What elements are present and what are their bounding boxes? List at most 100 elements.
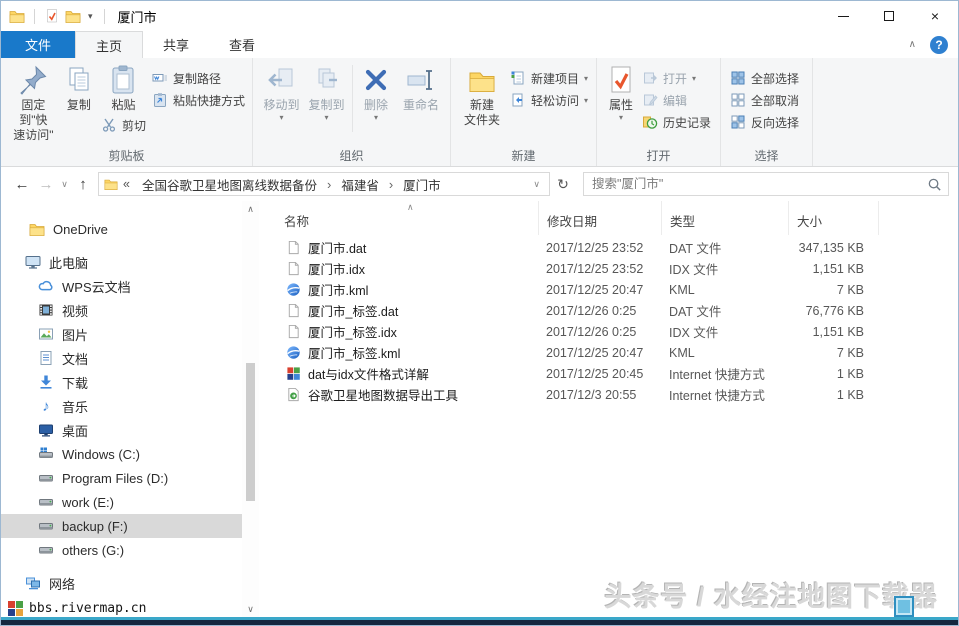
- forward-button[interactable]: →: [34, 176, 58, 193]
- new-folder-button[interactable]: 新建 文件夹: [457, 63, 507, 129]
- new-item-icon: [510, 70, 526, 86]
- history-button[interactable]: 历史记录: [639, 111, 714, 133]
- properties-icon: [605, 64, 637, 96]
- recent-locations-caret[interactable]: ∨: [58, 179, 71, 190]
- table-row[interactable]: dat与idx文件格式详解 2017/12/25 20:45 Internet …: [259, 363, 958, 384]
- sidebar-item-drive-g[interactable]: others (G:): [1, 538, 242, 562]
- sidebar-item-documents[interactable]: 文档: [1, 346, 242, 370]
- tab-file[interactable]: 文件: [1, 31, 75, 58]
- sidebar-item-drive-e[interactable]: work (E:): [1, 490, 242, 514]
- sidebar-item-this-pc[interactable]: 此电脑: [1, 250, 242, 274]
- select-all-button[interactable]: 全部选择: [727, 67, 802, 89]
- tab-view[interactable]: 查看: [209, 31, 275, 58]
- qat-new-folder-button[interactable]: [65, 8, 81, 24]
- sidebar-scrollbar[interactable]: ∧ ∨: [242, 201, 259, 617]
- refresh-button[interactable]: ↻: [550, 176, 576, 193]
- scroll-up-arrow[interactable]: ∧: [242, 201, 259, 217]
- sidebar-item-desktop[interactable]: 桌面: [1, 418, 242, 442]
- qat-customize-caret[interactable]: ▾: [86, 11, 95, 22]
- sidebar-item-drive-f[interactable]: backup (F:): [1, 514, 242, 538]
- new-item-button[interactable]: 新建项目 ▾: [507, 67, 591, 89]
- tab-share[interactable]: 共享: [143, 31, 209, 58]
- copy-path-button[interactable]: 复制路径: [149, 67, 248, 89]
- sidebar-item-wps-cloud[interactable]: WPS云文档: [1, 274, 242, 298]
- column-header-type[interactable]: 类型: [661, 201, 788, 235]
- qat-separator: [104, 9, 105, 24]
- sidebar-item-onedrive[interactable]: OneDrive: [1, 217, 242, 241]
- file-name: 厦门市_标签.idx: [308, 322, 397, 341]
- organize-separator: [352, 65, 353, 132]
- table-row[interactable]: 厦门市.kml 2017/12/25 20:47 KML 7 KB: [259, 279, 958, 300]
- sidebar-item-drive-d[interactable]: Program Files (D:): [1, 466, 242, 490]
- sidebar-item-music[interactable]: ♪ 音乐: [1, 394, 242, 418]
- table-row[interactable]: 厦门市_标签.dat 2017/12/26 0:25 DAT 文件 76,776…: [259, 300, 958, 321]
- minimize-button[interactable]: [820, 1, 866, 31]
- properties-button[interactable]: 属性 ▾: [603, 63, 639, 124]
- maximize-button[interactable]: [866, 1, 912, 31]
- table-row[interactable]: 谷歌卫星地图数据导出工具 2017/12/3 20:55 Internet 快捷…: [259, 384, 958, 405]
- breadcrumb-city[interactable]: 厦门市: [396, 175, 448, 194]
- sidebar-item-drive-c[interactable]: Windows (C:): [1, 442, 242, 466]
- delete-button[interactable]: 删除 ▾: [356, 63, 396, 124]
- move-to-button[interactable]: 移动到 ▾: [259, 63, 304, 124]
- invert-selection-button[interactable]: 反向选择: [727, 111, 802, 133]
- navigation-bar: ← → ∨ ↑ « 全国谷歌卫星地图离线数据备份 › 福建省 › 厦门市 ∨ ↻: [1, 167, 958, 201]
- breadcrumb-chevron[interactable]: ›: [386, 177, 396, 192]
- address-bar[interactable]: « 全国谷歌卫星地图离线数据备份 › 福建省 › 厦门市 ∨: [98, 172, 550, 196]
- table-row[interactable]: 厦门市.dat 2017/12/25 23:52 DAT 文件 347,135 …: [259, 237, 958, 258]
- help-button[interactable]: ?: [930, 36, 948, 54]
- select-none-button[interactable]: 全部取消: [727, 89, 802, 111]
- drive-icon: [38, 542, 54, 558]
- file-type: KML: [661, 283, 788, 297]
- network-icon: [25, 575, 41, 591]
- explorer-app-icon[interactable]: [9, 8, 25, 24]
- cut-button[interactable]: 剪切: [98, 114, 149, 136]
- column-header-name[interactable]: 名称: [259, 201, 538, 235]
- table-row[interactable]: 厦门市_标签.kml 2017/12/25 20:47 KML 7 KB: [259, 342, 958, 363]
- file-type: Internet 快捷方式: [661, 364, 788, 383]
- file-date: 2017/12/25 23:52: [538, 262, 661, 276]
- copy-to-button[interactable]: 复制到 ▾: [304, 63, 349, 124]
- tab-home[interactable]: 主页: [75, 31, 143, 58]
- up-button[interactable]: ↑: [71, 176, 95, 193]
- collapse-ribbon-button[interactable]: ∧: [909, 39, 916, 50]
- windows-drive-icon: [38, 446, 54, 462]
- close-button[interactable]: ×: [912, 1, 958, 31]
- sidebar-item-pictures[interactable]: 图片: [1, 322, 242, 346]
- column-header-size[interactable]: 大小: [788, 201, 878, 235]
- table-row[interactable]: 厦门市.idx 2017/12/25 23:52 IDX 文件 1,151 KB: [259, 258, 958, 279]
- sidebar-item-videos[interactable]: 视频: [1, 298, 242, 322]
- sort-ascending-icon: ∧: [407, 202, 414, 213]
- file-type: KML: [661, 346, 788, 360]
- paste-shortcut-icon: [152, 92, 168, 108]
- scroll-down-arrow[interactable]: ∨: [242, 601, 259, 617]
- paste-button[interactable]: 粘贴: [100, 63, 146, 114]
- breadcrumb-root[interactable]: 全国谷歌卫星地图离线数据备份: [135, 175, 324, 194]
- open-button[interactable]: 打开 ▾: [639, 67, 714, 89]
- pin-to-quick-access-button[interactable]: 固定到"快 速访问": [7, 63, 60, 144]
- file-name: 厦门市.dat: [308, 238, 366, 257]
- sidebar-item-network[interactable]: 网络: [1, 571, 242, 595]
- breadcrumb-province[interactable]: 福建省: [334, 175, 386, 194]
- select-small-column: 全部选择 全部取消 反向选择: [727, 67, 802, 133]
- address-history-caret[interactable]: ∨: [529, 179, 544, 190]
- paste-shortcut-button[interactable]: 粘贴快捷方式: [149, 89, 248, 111]
- copy-button[interactable]: 复制: [60, 63, 98, 114]
- table-row[interactable]: 厦门市_标签.idx 2017/12/26 0:25 IDX 文件 1,151 …: [259, 321, 958, 342]
- computer-icon: [25, 254, 41, 270]
- scrollbar-thumb[interactable]: [246, 363, 255, 501]
- edit-button[interactable]: 编辑: [639, 89, 714, 111]
- qat-properties-button[interactable]: [44, 8, 60, 24]
- search-input[interactable]: [584, 173, 948, 195]
- breadcrumb-overflow-button[interactable]: «: [118, 177, 135, 191]
- new-folder-icon: [466, 64, 498, 96]
- rivermap-footer: bbs.rivermap.cn: [8, 601, 146, 616]
- back-button[interactable]: ←: [10, 176, 34, 193]
- file-date: 2017/12/26 0:25: [538, 304, 661, 318]
- file-date: 2017/12/3 20:55: [538, 388, 661, 402]
- breadcrumb-chevron[interactable]: ›: [324, 177, 334, 192]
- sidebar-item-downloads[interactable]: 下载: [1, 370, 242, 394]
- easy-access-button[interactable]: 轻松访问 ▾: [507, 89, 591, 111]
- rename-button[interactable]: 重命名: [396, 63, 446, 114]
- column-header-date[interactable]: 修改日期: [538, 201, 661, 235]
